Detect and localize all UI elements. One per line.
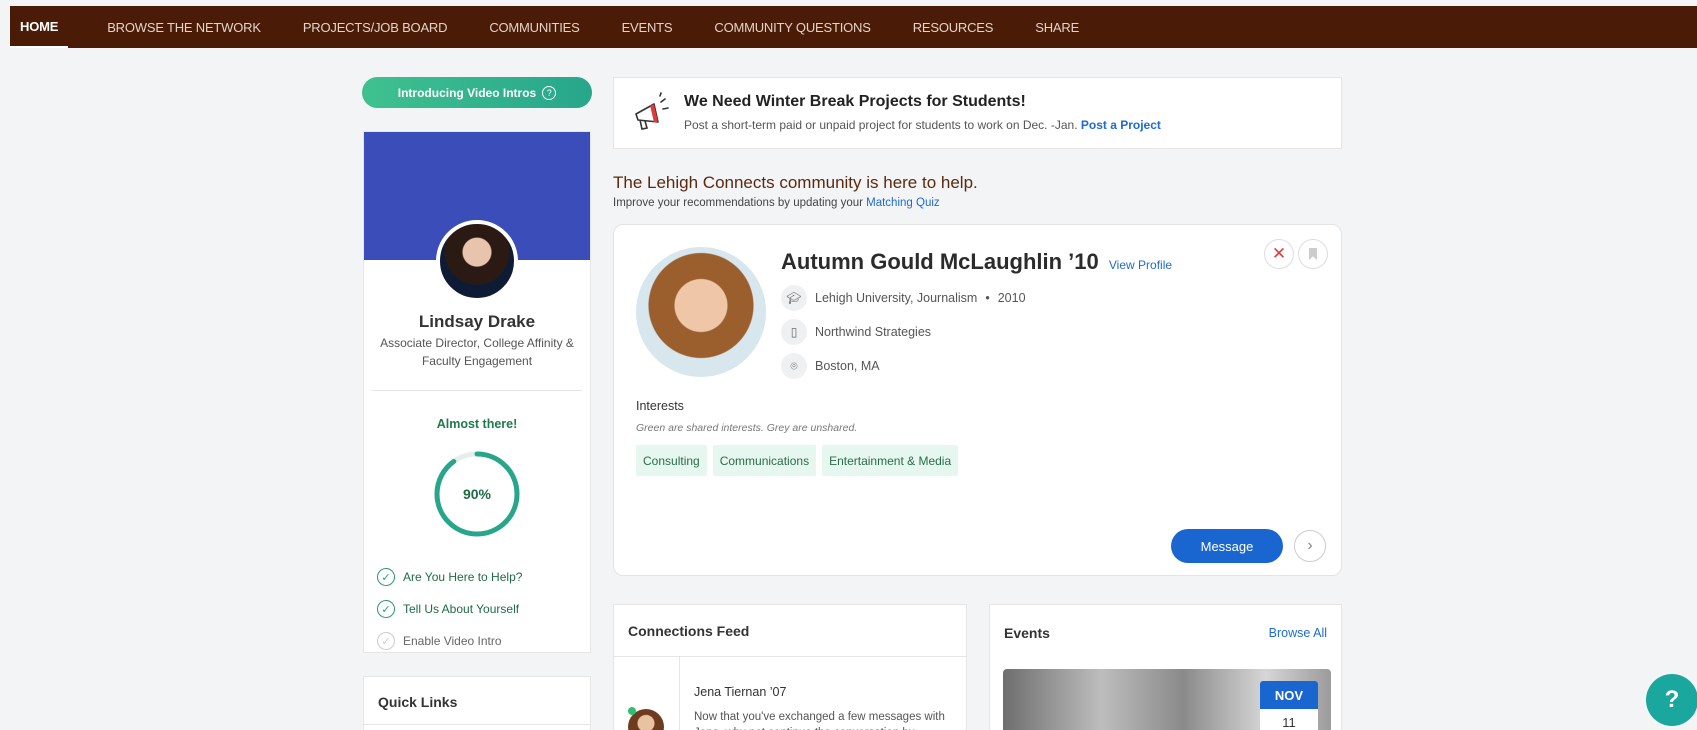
profile-status: Almost there! <box>436 417 518 431</box>
matching-quiz-link[interactable]: Matching Quiz <box>866 197 940 209</box>
nav-projects-job-board[interactable]: PROJECTS/JOB BOARD <box>282 6 468 48</box>
banner-subtitle-text: Post a short-term paid or unpaid project… <box>684 118 1078 132</box>
bookmark-icon <box>1309 248 1317 260</box>
megaphone-icon <box>635 92 669 130</box>
recommendation-card: Autumn Gould McLaughlin ’10 View Profile… <box>613 224 1342 576</box>
quick-links-title: Quick Links <box>364 677 590 725</box>
winter-projects-banner: We Need Winter Break Projects for Studen… <box>613 77 1342 149</box>
interests-note: Green are shared interests. Grey are uns… <box>636 422 858 434</box>
match-name-row: Autumn Gould McLaughlin ’10 View Profile <box>781 249 1172 275</box>
match-name: Autumn Gould McLaughlin ’10 <box>781 249 1099 274</box>
match-company: ▯ Northwind Strategies <box>781 319 931 345</box>
avatar[interactable] <box>436 220 518 302</box>
community-help-heading: The Lehigh Connects community is here to… <box>613 173 978 192</box>
nav-community-questions[interactable]: COMMUNITY QUESTIONS <box>693 6 891 48</box>
check-circle-icon: ✓ <box>377 600 395 618</box>
next-arrow-button[interactable]: › <box>1294 530 1326 562</box>
profile-checklist: ✓ Are You Here to Help? ✓ Tell Us About … <box>364 561 590 657</box>
profile-title: Associate Director, College Affinity & F… <box>380 336 574 368</box>
graduation-cap-icon: 🎓︎ <box>781 285 807 311</box>
check-circle-icon: ✓ <box>377 568 395 586</box>
checklist-label: Are You Here to Help? <box>403 570 523 584</box>
divider <box>372 390 582 391</box>
post-project-link[interactable]: Post a Project <box>1081 118 1161 132</box>
grad-year: 2010 <box>997 291 1026 305</box>
browse-all-link[interactable]: Browse All <box>1269 626 1327 640</box>
top-nav: HOME BROWSE THE NETWORK PROJECTS/JOB BOA… <box>10 6 1697 48</box>
check-circle-icon: ✓ <box>377 632 395 650</box>
interest-tag: Entertainment & Media <box>822 445 959 476</box>
message-button[interactable]: Message <box>1171 529 1283 563</box>
event-image[interactable]: NOV 11 <box>1003 669 1331 730</box>
feed-avatar-column <box>614 657 680 730</box>
connections-feed-card: Connections Feed Jena Tiernan ’07 Now th… <box>613 604 967 730</box>
checklist-item-video-intro[interactable]: ✓ Enable Video Intro <box>377 625 590 657</box>
video-intros-button[interactable]: Introducing Video Intros ? <box>362 77 592 108</box>
dismiss-button[interactable]: ✕ <box>1264 239 1294 269</box>
interest-tag: Consulting <box>636 445 707 476</box>
interests-label: Interests <box>636 399 684 413</box>
checklist-label: Tell Us About Yourself <box>403 602 520 616</box>
profile-name: Lindsay Drake <box>418 312 536 331</box>
bookmark-button[interactable] <box>1298 239 1328 269</box>
event-day: 11 <box>1282 715 1296 730</box>
profile-card: Lindsay Drake Associate Director, Colleg… <box>363 131 591 653</box>
online-status-dot <box>628 707 636 715</box>
checklist-item-about-yourself[interactable]: ✓ Tell Us About Yourself <box>377 593 590 625</box>
profile-progress-ring: 90% <box>432 449 522 539</box>
events-card: Events Browse All NOV 11 <box>989 604 1342 730</box>
location-pin-icon: ⌾ <box>781 353 807 379</box>
building-icon: ▯ <box>781 319 807 345</box>
interest-tags: Consulting Communications Entertainment … <box>636 445 959 476</box>
nav-share[interactable]: SHARE <box>1014 6 1100 48</box>
quick-links-card: Quick Links <box>363 676 591 730</box>
nav-browse-network[interactable]: BROWSE THE NETWORK <box>86 6 282 48</box>
nav-events[interactable]: EVENTS <box>601 6 694 48</box>
match-location: ⌾ Boston, MA <box>781 353 880 379</box>
education-text: Lehigh University, Journalism <box>815 291 978 305</box>
connections-feed-title: Connections Feed <box>614 605 966 657</box>
nav-resources[interactable]: RESOURCES <box>892 6 1015 48</box>
events-title: Events <box>1004 625 1050 641</box>
company-text: Northwind Strategies <box>815 325 932 339</box>
event-date-badge: NOV 11 <box>1260 681 1318 730</box>
progress-percent: 90% <box>462 486 492 502</box>
interest-tag: Communications <box>712 445 817 476</box>
checklist-label: Enable Video Intro <box>403 634 502 648</box>
nav-communities[interactable]: COMMUNITIES <box>468 6 600 48</box>
banner-subtitle: Post a short-term paid or unpaid project… <box>684 118 1161 132</box>
location-text: Boston, MA <box>815 359 880 373</box>
match-education: 🎓︎ Lehigh University, Journalism • 2010 <box>781 285 1026 311</box>
nav-home[interactable]: HOME <box>10 6 69 48</box>
event-month: NOV <box>1260 681 1318 709</box>
banner-title: We Need Winter Break Projects for Studen… <box>684 93 1026 110</box>
feed-item-name[interactable]: Jena Tiernan ’07 <box>694 685 786 699</box>
match-avatar[interactable] <box>636 247 766 377</box>
view-profile-link[interactable]: View Profile <box>1109 258 1172 272</box>
checklist-item-here-to-help[interactable]: ✓ Are You Here to Help? <box>377 561 590 593</box>
help-circle-icon: ? <box>542 85 557 100</box>
help-fab-button[interactable]: ? <box>1646 674 1697 726</box>
video-intros-label: Introducing Video Intros <box>397 85 537 100</box>
year-separator: • <box>985 291 990 305</box>
community-help-sub: Improve your recommendations by updating… <box>613 197 940 209</box>
feed-item-text: Now that you've exchanged a few messages… <box>694 711 945 730</box>
help-sub-text: Improve your recommendations by updating… <box>613 197 863 209</box>
